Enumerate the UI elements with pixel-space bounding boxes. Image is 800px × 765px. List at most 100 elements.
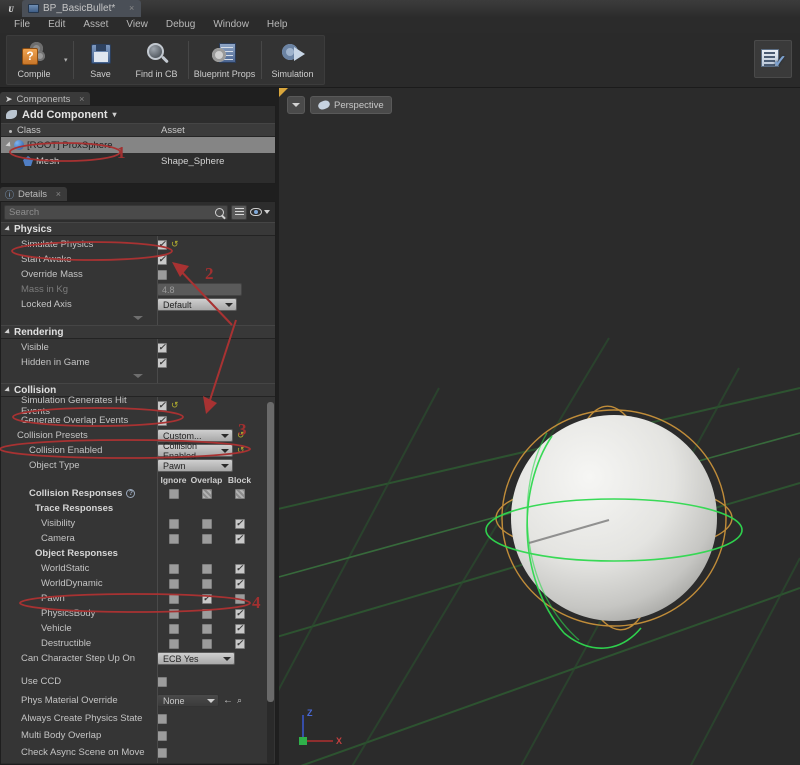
viewport[interactable]: Perspective Z X (279, 88, 800, 765)
visibility-ignore-checkbox[interactable] (168, 518, 179, 529)
always-create-physics-state-checkbox[interactable] (157, 713, 167, 724)
row-generate-overlap-events[interactable]: Generate Overlap Events ✓ (1, 413, 275, 428)
row-vehicle[interactable]: Vehicle ✓ (1, 621, 275, 636)
destructible-overlap-checkbox[interactable] (201, 638, 212, 649)
menu-window[interactable]: Window (204, 17, 258, 33)
find-in-cb-button[interactable]: Find in CB (127, 37, 187, 83)
reset-icon[interactable]: ↺ (171, 401, 179, 410)
menu-debug[interactable]: Debug (157, 17, 204, 33)
worldstatic-overlap-checkbox[interactable] (201, 563, 212, 574)
row-object-type[interactable]: Object Type Pawn (1, 458, 275, 473)
blueprint-props-button[interactable]: Blueprint Props (190, 37, 260, 83)
use-ccd-checkbox[interactable] (157, 676, 167, 687)
physicsbody-block-checkbox[interactable]: ✓ (234, 608, 245, 619)
row-can-character-step-up-on[interactable]: Can Character Step Up On ECB Yes (1, 651, 275, 666)
menu-file[interactable]: File (5, 17, 39, 33)
row-always-create-physics-state[interactable]: Always Create Physics State (1, 710, 275, 727)
vehicle-overlap-checkbox[interactable] (201, 623, 212, 634)
vehicle-ignore-checkbox[interactable] (168, 623, 179, 634)
compile-button[interactable]: ? Compile (8, 37, 60, 83)
vehicle-block-checkbox[interactable]: ✓ (234, 623, 245, 634)
destructible-block-checkbox[interactable]: ✓ (234, 638, 245, 649)
physics-expander[interactable] (1, 312, 275, 323)
row-collision-enabled[interactable]: Collision Enabled Collision Enabled ↺ (1, 441, 275, 461)
component-row-mesh[interactable]: Mesh Shape_Sphere (1, 153, 275, 169)
object-type-dropdown[interactable]: Pawn (157, 459, 233, 472)
row-simulate-physics[interactable]: Simulate Physics ✓ ↺ (1, 237, 275, 252)
pawn-overlap-checkbox[interactable]: ✓ (201, 593, 212, 604)
worlddynamic-ignore-checkbox[interactable] (168, 578, 179, 589)
pawn-ignore-checkbox[interactable] (168, 593, 179, 604)
check-async-scene-checkbox[interactable] (157, 747, 167, 758)
row-physicsbody[interactable]: PhysicsBody ✓ (1, 606, 275, 621)
reset-icon[interactable]: ↺ (171, 240, 179, 249)
menu-help[interactable]: Help (258, 17, 297, 33)
visible-checkbox[interactable]: ✓ (157, 342, 167, 353)
hidden-in-game-checkbox[interactable]: ✓ (157, 357, 167, 368)
all-overlap-checkbox[interactable] (201, 488, 212, 499)
row-pawn[interactable]: Pawn ✓ (1, 591, 275, 606)
visibility-options-button[interactable] (250, 208, 272, 216)
close-icon[interactable]: × (56, 189, 61, 199)
details-scrollbar[interactable] (267, 402, 274, 764)
start-awake-checkbox[interactable]: ✓ (157, 254, 167, 265)
step-up-dropdown[interactable]: ECB Yes (157, 652, 235, 665)
row-sim-generates-hit-events[interactable]: Simulation Generates Hit Events ✓ ↺ (1, 395, 275, 417)
row-destructible[interactable]: Destructible ✓ (1, 636, 275, 651)
destructible-ignore-checkbox[interactable] (168, 638, 179, 649)
simulate-physics-checkbox[interactable]: ✓ (157, 239, 167, 250)
row-worlddynamic[interactable]: WorldDynamic ✓ (1, 576, 275, 591)
category-rendering[interactable]: Rendering (1, 325, 275, 339)
pawn-block-checkbox[interactable] (234, 593, 245, 604)
row-start-awake[interactable]: Start Awake ✓ (1, 252, 275, 267)
row-visible[interactable]: Visible ✓ (1, 340, 275, 355)
all-ignore-checkbox[interactable] (168, 488, 179, 499)
all-block-checkbox[interactable] (234, 488, 245, 499)
rendering-expander[interactable] (1, 370, 275, 381)
view-mode-button[interactable]: Perspective (310, 96, 392, 114)
row-worldstatic[interactable]: WorldStatic ✓ (1, 561, 275, 576)
asset-tab[interactable]: BP_BasicBullet* × (22, 0, 142, 17)
row-collision-presets[interactable]: Collision Presets Custom... ↺ (1, 428, 275, 443)
physicsbody-ignore-checkbox[interactable] (168, 608, 179, 619)
row-phys-material-override[interactable]: Phys Material Override None ← ⌕ (1, 691, 275, 710)
compile-options-caret-icon[interactable]: ▾ (60, 37, 72, 83)
browse-icon[interactable]: ⌕ (237, 695, 242, 706)
grid-view-button[interactable] (231, 204, 247, 220)
reset-icon[interactable]: ↺ (237, 446, 245, 455)
close-icon[interactable]: × (79, 94, 84, 104)
row-multi-body-overlap[interactable]: Multi Body Overlap (1, 727, 275, 744)
worldstatic-ignore-checkbox[interactable] (168, 563, 179, 574)
menu-edit[interactable]: Edit (39, 17, 74, 33)
generate-overlap-events-checkbox[interactable]: ✓ (157, 415, 167, 426)
component-row-proxsphere[interactable]: [ROOT] ProxSphere (1, 137, 275, 153)
visibility-overlap-checkbox[interactable] (201, 518, 212, 529)
category-physics[interactable]: Physics (1, 222, 275, 236)
use-selected-icon[interactable]: ← (223, 695, 233, 706)
camera-block-checkbox[interactable]: ✓ (234, 533, 245, 544)
camera-overlap-checkbox[interactable] (201, 533, 212, 544)
worldstatic-block-checkbox[interactable]: ✓ (234, 563, 245, 574)
menu-view[interactable]: View (117, 17, 157, 33)
locked-axis-dropdown[interactable]: Default (157, 298, 237, 311)
row-override-mass[interactable]: Override Mass (1, 267, 275, 282)
worlddynamic-overlap-checkbox[interactable] (201, 578, 212, 589)
viewport-options-button[interactable] (287, 96, 305, 114)
menu-asset[interactable]: Asset (74, 17, 117, 33)
expand-arrow-icon[interactable] (5, 141, 13, 149)
row-use-ccd[interactable]: Use CCD (1, 672, 275, 691)
row-locked-axis[interactable]: Locked Axis Default (1, 297, 275, 312)
visibility-block-checkbox[interactable]: ✓ (234, 518, 245, 529)
override-mass-checkbox[interactable] (157, 269, 167, 280)
row-camera[interactable]: Camera ✓ (1, 531, 275, 546)
multi-body-overlap-checkbox[interactable] (157, 730, 167, 741)
phys-material-dropdown[interactable]: None (157, 694, 219, 707)
save-button[interactable]: Save (75, 37, 127, 83)
close-icon[interactable]: × (129, 3, 134, 13)
sim-generates-hit-events-checkbox[interactable]: ✓ (157, 400, 167, 411)
add-component-button[interactable]: Add Component ▾ (1, 106, 275, 123)
row-visibility[interactable]: Visibility ✓ (1, 516, 275, 531)
row-check-async-scene-on-move[interactable]: Check Async Scene on Move (1, 744, 275, 761)
row-hidden-in-game[interactable]: Hidden in Game ✓ (1, 355, 275, 370)
collision-enabled-dropdown[interactable]: Collision Enabled (157, 441, 233, 461)
